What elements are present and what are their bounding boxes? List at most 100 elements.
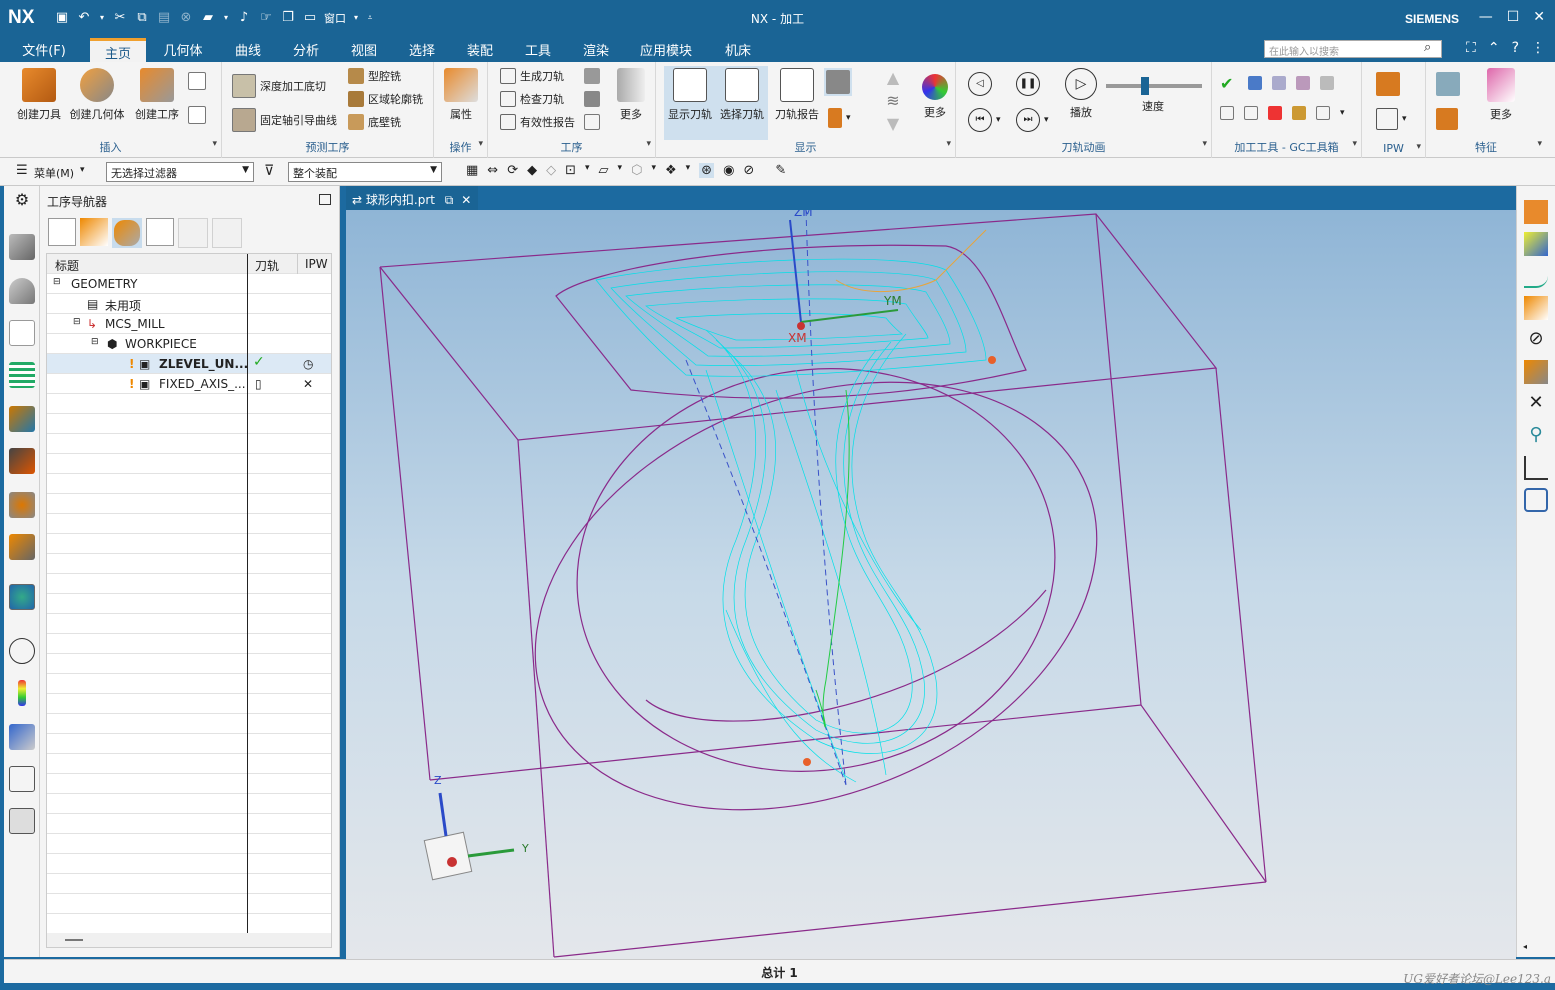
output-cls-button[interactable] bbox=[584, 114, 600, 130]
display-ipw-button[interactable] bbox=[824, 68, 852, 96]
tree-row-unused[interactable]: ▤ 未用项 bbox=[47, 294, 331, 314]
type-filter-select[interactable]: 无选择过滤器 ▼ bbox=[106, 162, 254, 182]
tool-holder-icon[interactable] bbox=[1320, 76, 1334, 90]
navigator-close-icon[interactable] bbox=[319, 194, 331, 205]
step-back-dropdown-icon[interactable]: ▾ bbox=[996, 115, 1001, 125]
tab-close-icon[interactable]: ✕ bbox=[461, 193, 471, 207]
group-expand-icon[interactable]: ▾ bbox=[1202, 139, 1207, 149]
cube-view-dropdown-icon[interactable]: ▾ bbox=[651, 163, 656, 178]
filter-icon[interactable]: ⊽ bbox=[264, 163, 274, 179]
tab-render[interactable]: 渲染 bbox=[578, 40, 614, 62]
group-expand-icon[interactable]: ▾ bbox=[646, 139, 651, 149]
tab-view[interactable]: 视图 bbox=[346, 40, 382, 62]
tab-select[interactable]: 选择 bbox=[404, 40, 440, 62]
cavity-mill-button[interactable]: 型腔铣 bbox=[348, 68, 401, 84]
fit-icon[interactable]: ⇔ bbox=[487, 163, 498, 178]
column-ipw[interactable]: IPW bbox=[305, 257, 328, 271]
machine-tool-navigator-icon[interactable] bbox=[9, 362, 35, 388]
highlight-icon[interactable] bbox=[1524, 232, 1548, 256]
expand-toggle-icon[interactable]: ⊟ bbox=[73, 317, 81, 327]
frame-dropdown-icon[interactable]: ▾ bbox=[585, 163, 590, 178]
maximize-icon[interactable]: ☐ bbox=[1507, 9, 1520, 25]
column-title[interactable]: 标题 bbox=[55, 257, 79, 274]
roles-icon[interactable] bbox=[9, 724, 35, 750]
view-plane-icon[interactable]: ▱ bbox=[599, 163, 609, 178]
sequence-tool-icon[interactable] bbox=[1316, 106, 1330, 120]
color-palette-icon[interactable] bbox=[18, 680, 26, 706]
toolpath-report-button[interactable]: 刀轨报告 bbox=[766, 68, 828, 122]
wireframe-icon[interactable]: ◇ bbox=[546, 163, 556, 178]
display-tool-dropdown-icon[interactable]: ▾ bbox=[846, 113, 851, 123]
select-toolpath-button[interactable]: 选择刀轨 bbox=[716, 66, 768, 140]
web-browser-icon[interactable] bbox=[9, 584, 35, 610]
feature-more-button[interactable]: 更多 bbox=[1470, 68, 1532, 122]
rotate-icon[interactable]: ⟳ bbox=[507, 163, 518, 178]
search-icon[interactable]: ⌕ bbox=[1424, 40, 1431, 55]
tree-row-zlevel[interactable]: ! ▣ ZLEVEL_UN... ✓ ◷ bbox=[47, 354, 331, 374]
minimize-icon[interactable]: — bbox=[1479, 9, 1493, 25]
step-forward-dropdown-icon[interactable]: ▾ bbox=[1044, 115, 1049, 125]
general-select-icon[interactable]: ▦ bbox=[466, 163, 478, 178]
tool-icon[interactable]: ⚲ bbox=[1524, 424, 1548, 448]
machining-feature-icon[interactable] bbox=[9, 406, 35, 432]
tab-home[interactable]: 主页 bbox=[90, 38, 146, 62]
boundary-icon[interactable] bbox=[1524, 488, 1548, 512]
properties-button[interactable]: 属性 bbox=[430, 68, 492, 122]
mcs-display-icon[interactable]: ⊛ bbox=[699, 163, 715, 178]
pause-button[interactable]: ❚❚ bbox=[1016, 72, 1040, 96]
group-expand-icon[interactable]: ▾ bbox=[946, 139, 951, 149]
area-contour-button[interactable]: 区域轮廓铣 bbox=[348, 91, 423, 107]
tab-assembly[interactable]: 装配 bbox=[462, 40, 498, 62]
copy-tool-icon[interactable] bbox=[1220, 106, 1234, 120]
expand-toggle-icon[interactable]: ⊟ bbox=[53, 277, 61, 287]
assembly-navigator-icon[interactable] bbox=[9, 278, 35, 304]
bar-tool-icon[interactable] bbox=[1268, 106, 1282, 120]
group-expand-icon[interactable]: ▾ bbox=[212, 139, 217, 149]
hide-icon[interactable]: ⊘ bbox=[1524, 328, 1548, 352]
cube-view-icon[interactable]: ⬡ bbox=[631, 163, 642, 178]
zlevel-undercut-button[interactable]: 深度加工底切 bbox=[232, 74, 326, 98]
show-toolpath-button[interactable]: 显示刀轨 bbox=[664, 66, 716, 140]
expand-all-icon[interactable] bbox=[212, 218, 242, 248]
machining-tools-icon[interactable] bbox=[9, 808, 35, 834]
help-icon[interactable]: ? bbox=[1512, 40, 1519, 56]
show-path-icon[interactable]: ◉ bbox=[723, 163, 734, 178]
settings-gear-icon[interactable]: ⚙ bbox=[9, 190, 35, 216]
close-window-icon[interactable]: ✕ bbox=[1533, 9, 1545, 25]
display-tool-button[interactable]: ▾ bbox=[828, 108, 851, 128]
generate-toolpath-button[interactable]: 生成刀轨 bbox=[500, 68, 564, 84]
ipw-dropdown-icon[interactable]: ▾ bbox=[1402, 114, 1407, 124]
shop-docs-button[interactable] bbox=[584, 91, 600, 107]
hide-path-icon[interactable]: ⊘ bbox=[743, 163, 754, 178]
object-info-icon[interactable] bbox=[1524, 296, 1548, 320]
tree-row-workpiece[interactable]: ⊟ ⬢ WORKPIECE bbox=[47, 334, 331, 354]
tab-tools[interactable]: 工具 bbox=[520, 40, 556, 62]
reuse-library-icon[interactable] bbox=[9, 448, 35, 474]
move-up-button[interactable]: ▲ bbox=[884, 68, 902, 87]
ipw-cut-button[interactable]: ▾ bbox=[1376, 108, 1407, 130]
group-expand-icon[interactable]: ▾ bbox=[478, 139, 483, 149]
speed-slider-thumb[interactable] bbox=[1141, 77, 1150, 95]
tab-machine[interactable]: 机床 bbox=[720, 40, 756, 62]
floor-wall-button[interactable]: 底壁铣 bbox=[348, 114, 401, 130]
history-clock-icon[interactable] bbox=[9, 638, 35, 664]
frame-icon[interactable]: ⊡ bbox=[565, 163, 576, 178]
collapse-ribbon-icon[interactable]: ⌃ bbox=[1488, 40, 1500, 56]
procedure-more-button[interactable]: 更多 bbox=[600, 68, 662, 122]
move-down-button[interactable]: ▼ bbox=[884, 114, 902, 133]
create-tool-button[interactable]: 创建刀具 bbox=[8, 68, 70, 122]
ipw-display-button[interactable] bbox=[1376, 72, 1400, 96]
operation-navigator-icon[interactable] bbox=[9, 320, 35, 346]
scroll-thumb[interactable] bbox=[65, 939, 83, 941]
mill-tool-icon[interactable] bbox=[1292, 106, 1306, 120]
create-operation-button[interactable]: 创建工序 bbox=[126, 68, 188, 122]
verify-toolpath-button[interactable]: 检查刀轨 bbox=[500, 91, 564, 107]
rewind-button[interactable]: ◁ bbox=[968, 72, 992, 96]
layer-dropdown-icon[interactable]: ▾ bbox=[686, 163, 691, 178]
edit-object-icon[interactable] bbox=[1524, 360, 1548, 384]
angle-icon[interactable] bbox=[1524, 456, 1548, 480]
constraint-navigator-icon[interactable] bbox=[9, 492, 35, 518]
blue-tool-icon[interactable] bbox=[1248, 76, 1262, 90]
tools-icon[interactable] bbox=[9, 766, 35, 792]
curve-icon[interactable] bbox=[1524, 264, 1548, 288]
